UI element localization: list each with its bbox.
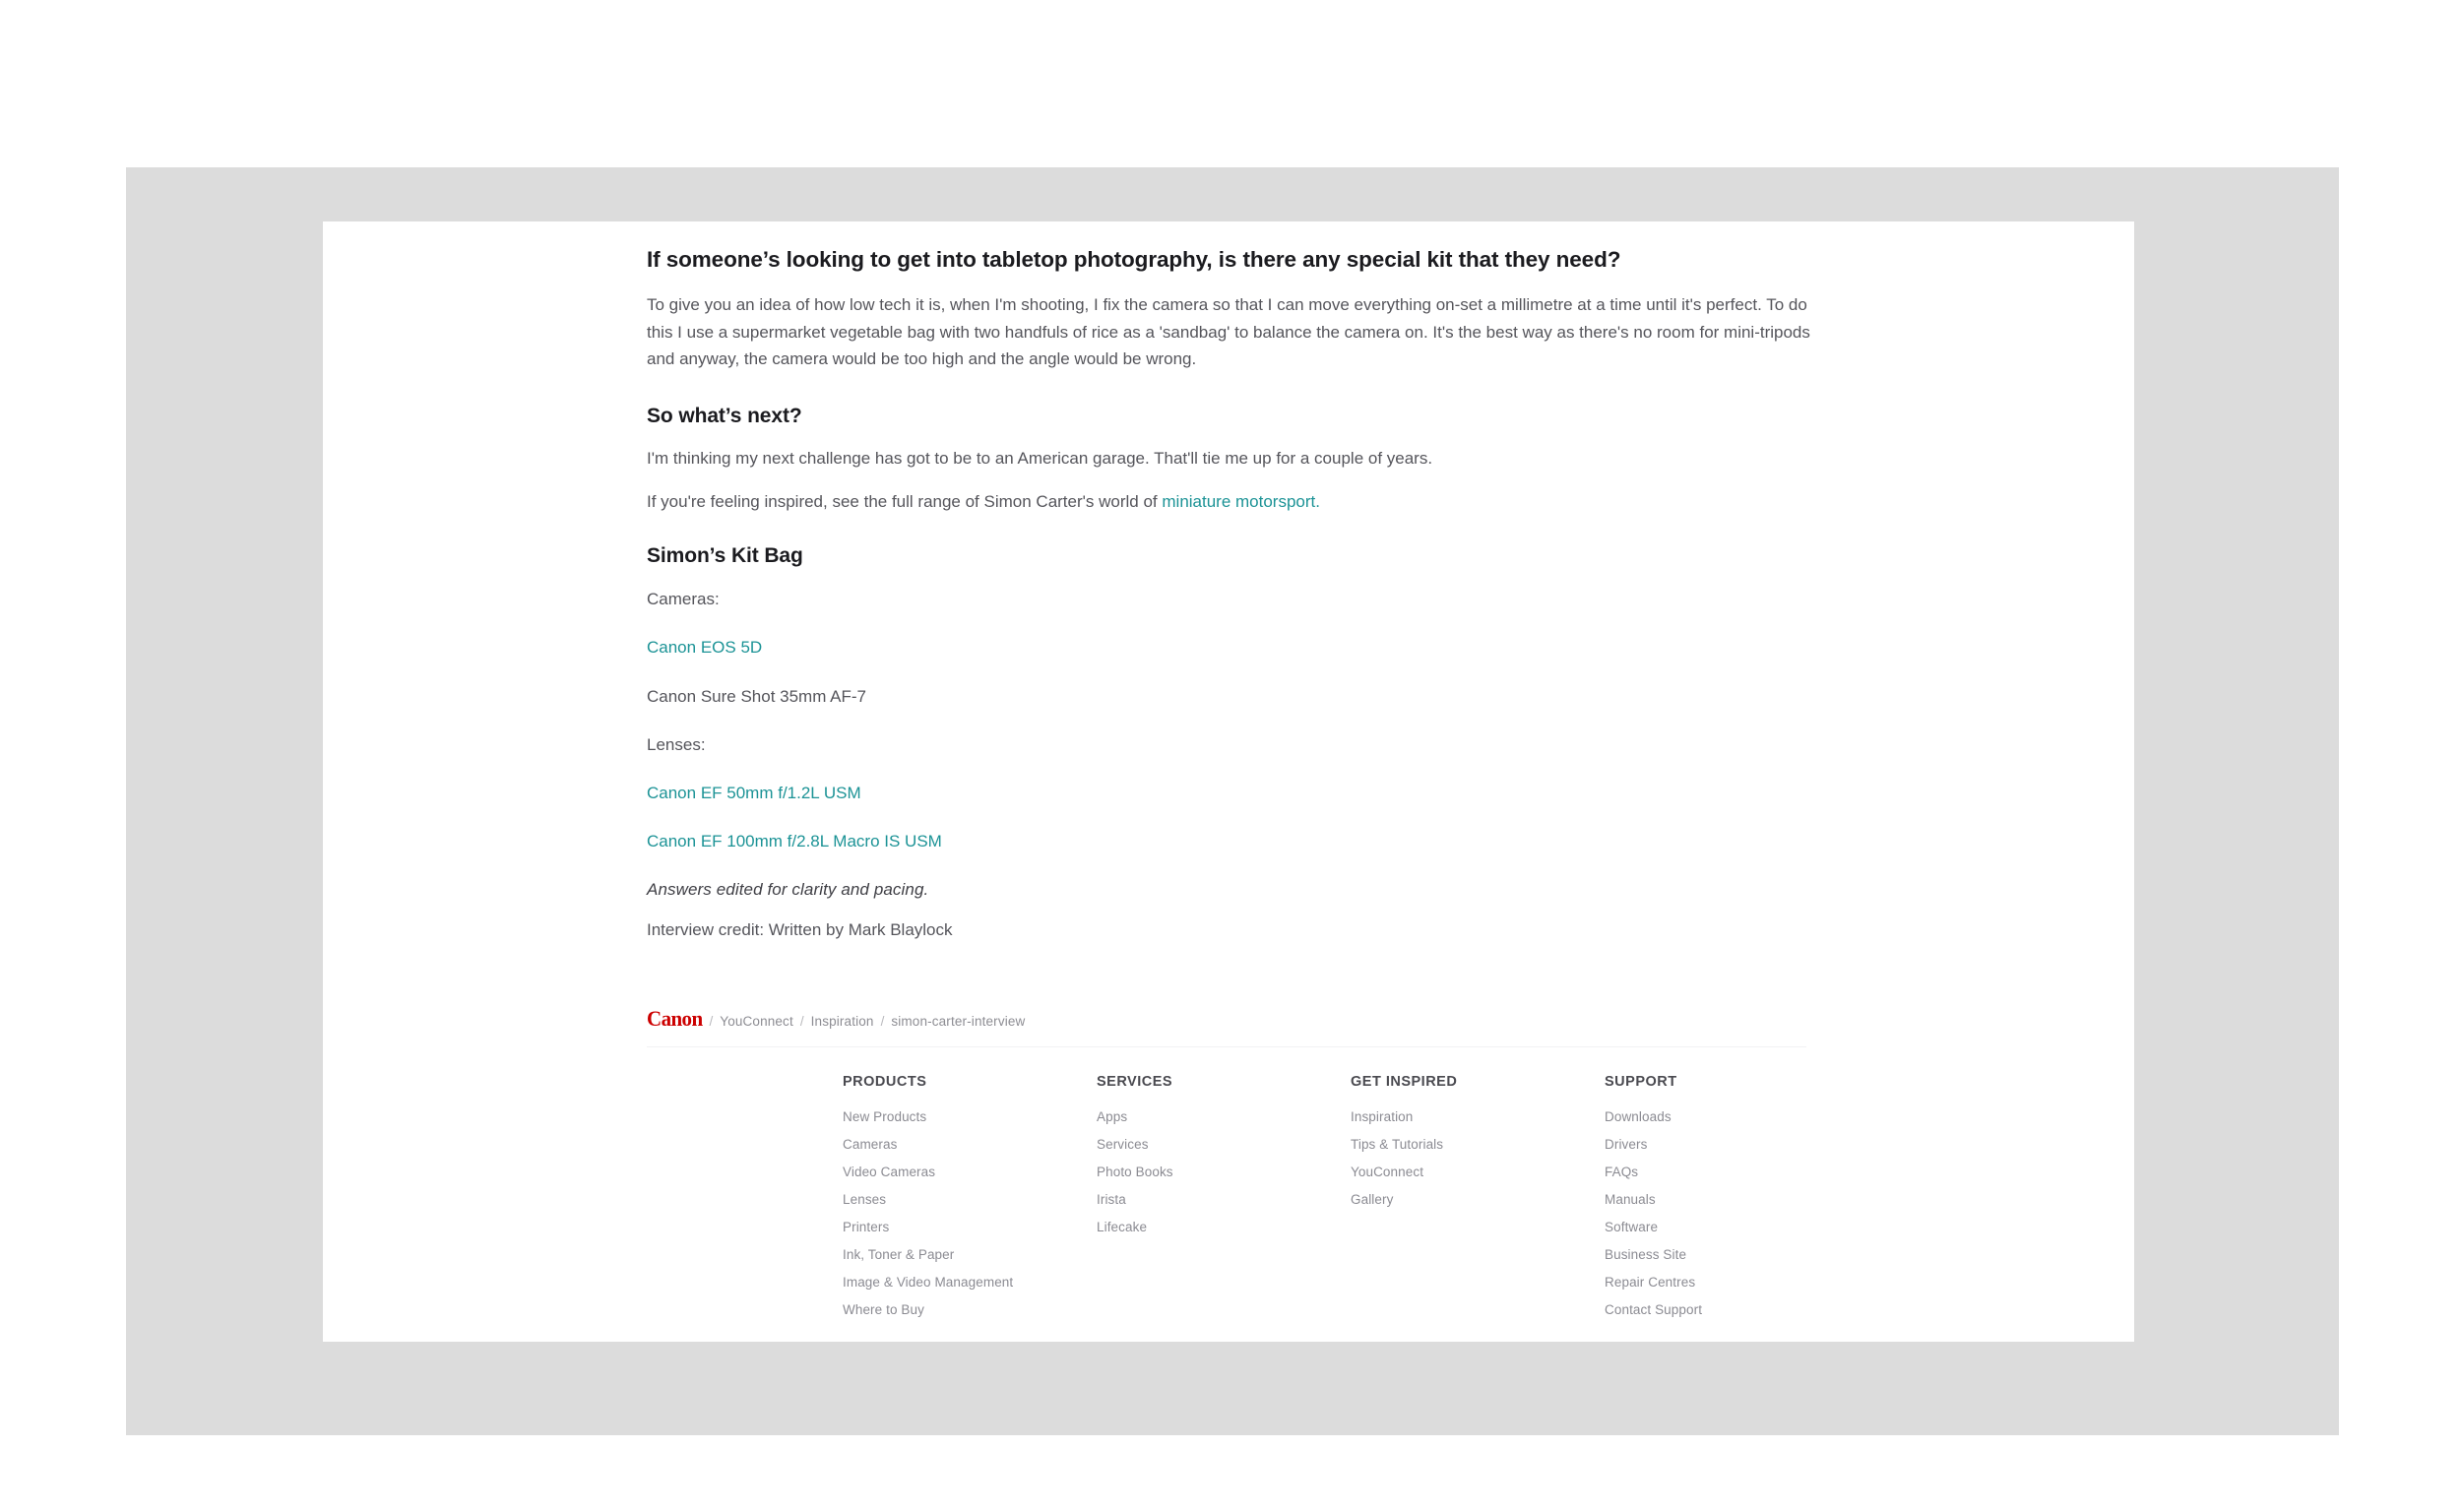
footer-link-gallery[interactable]: Gallery: [1351, 1192, 1605, 1207]
lenses-label: Lenses:: [647, 734, 706, 754]
footer-link-inspiration[interactable]: Inspiration: [1351, 1109, 1605, 1124]
editorial-note: Answers edited for clarity and pacing.: [647, 880, 929, 900]
footer-column-title: PRODUCTS: [843, 1074, 927, 1090]
footer-column-get-inspired: GET INSPIRED Inspiration Tips & Tutorial…: [1351, 1074, 1605, 1342]
footer-link-faqs[interactable]: FAQs: [1605, 1165, 1859, 1179]
footer-link-where-to-buy[interactable]: Where to Buy: [843, 1302, 1097, 1317]
camera-item-sure-shot: Canon Sure Shot 35mm AF-7: [647, 686, 867, 706]
footer-link-lifecake[interactable]: Lifecake: [1097, 1220, 1351, 1234]
breadcrumb: Canon / YouConnect / Inspiration / simon…: [647, 1007, 1828, 1030]
footer-link-lenses[interactable]: Lenses: [843, 1192, 1097, 1207]
footer-link-image-video-management[interactable]: Image & Video Management: [843, 1275, 1097, 1290]
breadcrumb-item-youconnect[interactable]: YouConnect: [720, 1014, 793, 1029]
footer-column-title: SERVICES: [1097, 1074, 1173, 1090]
camera-item-canon-eos-5d[interactable]: Canon EOS 5D: [647, 634, 1828, 661]
miniature-motorsport-link[interactable]: miniature motorsport.: [1162, 492, 1320, 511]
inspired-paragraph: If you're feeling inspired, see the full…: [647, 488, 1828, 516]
inspired-text: If you're feeling inspired, see the full…: [647, 491, 1163, 511]
article-content: If someone’s looking to get into tableto…: [647, 245, 1828, 900]
footer-link-manuals[interactable]: Manuals: [1605, 1192, 1859, 1207]
footer-link-irista[interactable]: Irista: [1097, 1192, 1351, 1207]
footer-column-products: PRODUCTS New Products Cameras Video Came…: [843, 1074, 1097, 1342]
site-footer: PRODUCTS New Products Cameras Video Came…: [323, 1074, 2134, 1342]
footer-link-video-cameras[interactable]: Video Cameras: [843, 1165, 1097, 1179]
footer-link-contact-support[interactable]: Contact Support: [1605, 1302, 1859, 1317]
footer-link-printers[interactable]: Printers: [843, 1220, 1097, 1234]
answer-paragraph: To give you an idea of how low tech it i…: [647, 295, 1810, 369]
whats-next-paragraph: I'm thinking my next challenge has got t…: [647, 449, 1433, 469]
breadcrumb-divider: [647, 1046, 1806, 1047]
lens-item-ef-50mm[interactable]: Canon EF 50mm f/1.2L USM: [647, 780, 1828, 806]
kit-bag-heading: Simon’s Kit Bag: [647, 544, 803, 568]
lens-item-ef-100mm-macro[interactable]: Canon EF 100mm f/2.8L Macro IS USM: [647, 828, 1828, 854]
footer-link-services[interactable]: Services: [1097, 1137, 1351, 1152]
footer-link-photo-books[interactable]: Photo Books: [1097, 1165, 1351, 1179]
footer-link-new-products[interactable]: New Products: [843, 1109, 1097, 1124]
breadcrumb-item-inspiration[interactable]: Inspiration: [811, 1014, 874, 1029]
breadcrumb-item-current[interactable]: simon-carter-interview: [891, 1014, 1025, 1029]
footer-column-title: SUPPORT: [1605, 1074, 1677, 1090]
footer-link-ink-toner-paper[interactable]: Ink, Toner & Paper: [843, 1247, 1097, 1262]
footer-link-repair-centres[interactable]: Repair Centres: [1605, 1275, 1859, 1290]
footer-link-software[interactable]: Software: [1605, 1220, 1859, 1234]
footer-column-title: GET INSPIRED: [1351, 1074, 1458, 1090]
footer-link-drivers[interactable]: Drivers: [1605, 1137, 1859, 1152]
breadcrumb-separator: /: [799, 1014, 804, 1029]
question-heading: If someone’s looking to get into tableto…: [647, 247, 1621, 272]
article-page: If someone’s looking to get into tableto…: [323, 221, 2134, 1342]
breadcrumb-separator: /: [880, 1014, 885, 1029]
footer-link-business-site[interactable]: Business Site: [1605, 1247, 1859, 1262]
footer-column-services: SERVICES Apps Services Photo Books Irist…: [1097, 1074, 1351, 1342]
footer-link-cameras[interactable]: Cameras: [843, 1137, 1097, 1152]
footer-column-support: SUPPORT Downloads Drivers FAQs Manuals S…: [1605, 1074, 1859, 1342]
cameras-label: Cameras:: [647, 590, 720, 609]
footer-link-downloads[interactable]: Downloads: [1605, 1109, 1859, 1124]
footer-link-tips-tutorials[interactable]: Tips & Tutorials: [1351, 1137, 1605, 1152]
whats-next-heading: So what’s next?: [647, 404, 802, 427]
footer-link-apps[interactable]: Apps: [1097, 1109, 1351, 1124]
breadcrumb-separator: /: [709, 1014, 714, 1029]
interview-credit: Interview credit: Written by Mark Blaylo…: [647, 920, 953, 939]
canon-logo[interactable]: Canon: [647, 1007, 703, 1030]
footer-link-youconnect[interactable]: YouConnect: [1351, 1165, 1605, 1179]
